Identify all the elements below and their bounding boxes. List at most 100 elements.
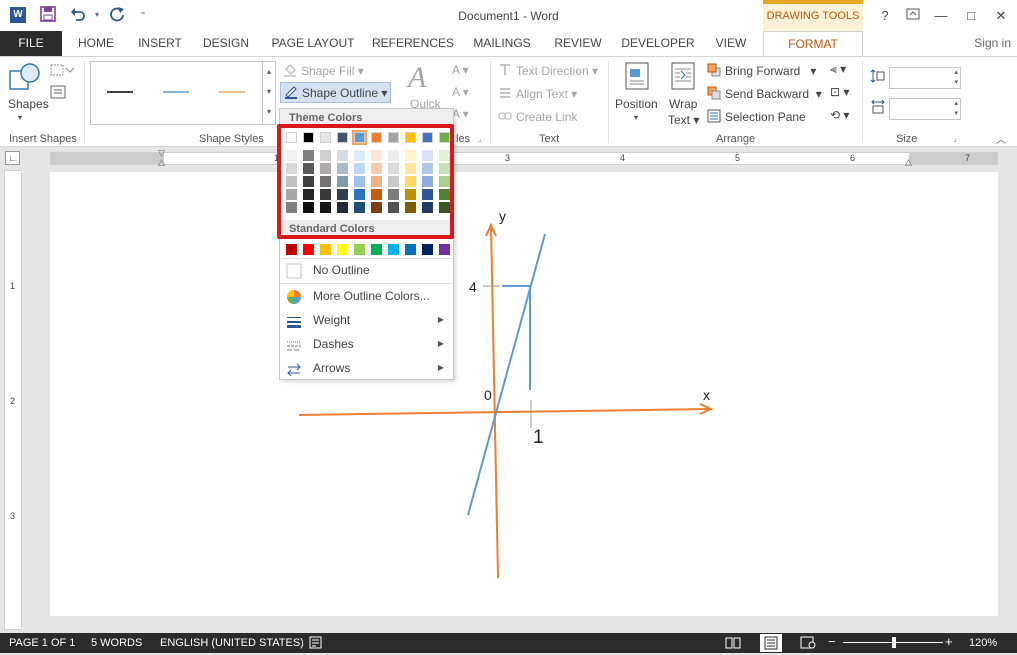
shapes-label: Shapes bbox=[8, 97, 49, 111]
rotate-objects-icon[interactable]: ⟲ ▾ bbox=[830, 108, 849, 122]
standard-color-swatch[interactable] bbox=[337, 244, 348, 255]
close-button[interactable]: ✕ bbox=[986, 4, 1016, 28]
text-fill-icon[interactable]: A ▾ bbox=[452, 63, 469, 77]
tab-developer[interactable]: DEVELOPER bbox=[618, 31, 698, 56]
standard-color-swatch[interactable] bbox=[439, 244, 450, 255]
height-spinner-icon[interactable]: ▴ ▾ bbox=[954, 68, 958, 88]
horizontal-ruler: ∟ 1 2 3 4 5 6 7 ▽ △ △ bbox=[0, 148, 1017, 168]
standard-color-swatch[interactable] bbox=[286, 244, 297, 255]
shape-styles-gallery[interactable]: ▴ ▾ ▾ bbox=[90, 61, 276, 125]
create-link-button[interactable]: Create Link bbox=[498, 109, 577, 124]
x-axis-line[interactable] bbox=[298, 408, 711, 416]
standard-color-swatch[interactable] bbox=[320, 244, 331, 255]
help-button[interactable]: ? bbox=[870, 4, 900, 28]
zoom-in-button[interactable]: + bbox=[945, 634, 953, 649]
title-bar: W ▾ ⁼ Document1 - Word DRAWING TOOLS ? —… bbox=[0, 0, 1017, 31]
selection-pane-button[interactable]: Selection Pane bbox=[707, 109, 806, 124]
blank-square-icon bbox=[286, 263, 302, 279]
minimize-button[interactable]: — bbox=[926, 4, 956, 28]
tab-design[interactable]: DESIGN bbox=[196, 31, 256, 56]
standard-color-swatch[interactable] bbox=[388, 244, 399, 255]
shape-outline-button[interactable]: Shape Outline ▾ bbox=[280, 82, 392, 103]
send-backward-button[interactable]: Send Backward ▾ bbox=[707, 86, 822, 101]
wrap-text-label-2[interactable]: Text ▾ bbox=[668, 113, 699, 127]
tab-references[interactable]: REFERENCES bbox=[370, 31, 456, 56]
standard-color-swatch[interactable] bbox=[303, 244, 314, 255]
edit-shape-icon[interactable] bbox=[50, 63, 75, 80]
arrange-group-label: Arrange bbox=[716, 133, 756, 145]
weight-label: Weight bbox=[313, 313, 351, 327]
page-indicator[interactable]: PAGE 1 OF 1 bbox=[9, 637, 75, 649]
text-group-label: Text bbox=[539, 133, 560, 145]
height-input[interactable]: ▴ ▾ bbox=[889, 67, 961, 89]
ruler-right-margin bbox=[909, 153, 997, 164]
tab-page-layout[interactable]: PAGE LAYOUT bbox=[268, 31, 358, 56]
zoom-out-button[interactable]: − bbox=[828, 634, 836, 649]
standard-color-swatch[interactable] bbox=[422, 244, 433, 255]
text-box-icon[interactable] bbox=[50, 85, 66, 102]
language-indicator[interactable]: ENGLISH (UNITED STATES) bbox=[160, 637, 304, 649]
tab-home[interactable]: HOME bbox=[70, 31, 122, 56]
tab-selector-icon[interactable]: ∟ bbox=[5, 151, 20, 165]
align-objects-icon[interactable]: ⫷ ▾ bbox=[830, 62, 846, 77]
word-count[interactable]: 5 WORDS bbox=[91, 637, 142, 649]
wrap-text-label-2-text: Text bbox=[668, 113, 691, 127]
read-mode-icon[interactable] bbox=[725, 636, 741, 652]
y-axis-line[interactable] bbox=[490, 225, 499, 579]
gallery-scroll-icon[interactable]: ▴ ▾ ▾ bbox=[262, 62, 275, 124]
wrap-text-label-1[interactable]: Wrap bbox=[669, 97, 697, 111]
y-axis-label: y bbox=[499, 208, 506, 224]
tab-view[interactable]: VIEW bbox=[708, 31, 754, 56]
arrows-label: Arrows bbox=[313, 361, 351, 375]
tab-file[interactable]: FILE bbox=[0, 31, 62, 56]
hanging-indent-marker[interactable]: △ bbox=[158, 157, 165, 168]
bring-forward-button[interactable]: Bring Forward ▾ bbox=[707, 63, 816, 78]
ribbon-display-options-icon[interactable] bbox=[898, 4, 928, 28]
text-effects-icon[interactable]: A ▾ bbox=[452, 107, 469, 121]
standard-color-swatch[interactable] bbox=[354, 244, 365, 255]
restore-button[interactable]: □ bbox=[956, 4, 986, 28]
shapes-dropdown-icon[interactable]: ▾ bbox=[18, 113, 22, 122]
size-dialog-launcher-icon[interactable]: ⌟ bbox=[953, 134, 957, 143]
print-layout-icon[interactable] bbox=[760, 634, 782, 652]
arrows-item[interactable]: Arrows ▶ bbox=[280, 356, 453, 380]
quick-styles-icon[interactable]: A bbox=[408, 61, 426, 95]
tab-review[interactable]: REVIEW bbox=[548, 31, 608, 56]
no-outline-label: No Outline bbox=[313, 263, 370, 277]
position-dropdown-icon[interactable]: ▾ bbox=[634, 113, 638, 122]
tab-mailings[interactable]: MAILINGS bbox=[468, 31, 536, 56]
macro-recording-icon[interactable] bbox=[309, 636, 322, 652]
linear-function-line[interactable] bbox=[467, 233, 546, 516]
standard-color-swatch[interactable] bbox=[405, 244, 416, 255]
text-outline-icon[interactable]: A ▾ bbox=[452, 85, 469, 99]
dialog-launcher-icon[interactable]: ⌟ bbox=[478, 134, 482, 143]
sign-in-link[interactable]: Sign in bbox=[974, 31, 1011, 56]
zoom-level[interactable]: 120% bbox=[969, 637, 997, 649]
web-layout-icon[interactable] bbox=[800, 636, 816, 652]
position-icon[interactable] bbox=[624, 61, 650, 94]
shape-style-presets[interactable] bbox=[91, 62, 261, 124]
right-indent-marker[interactable]: △ bbox=[905, 157, 912, 168]
shape-styles-group-label: Shape Styles bbox=[199, 133, 264, 145]
width-input[interactable]: ▴ ▾ bbox=[889, 98, 961, 120]
shape-fill-button[interactable]: Shape Fill ▾ bbox=[283, 63, 364, 78]
bring-forward-icon bbox=[707, 63, 721, 77]
text-direction-button[interactable]: Text Direction ▾ bbox=[498, 63, 598, 78]
wrap-text-icon[interactable] bbox=[670, 61, 696, 94]
tab-format[interactable]: FORMAT bbox=[763, 31, 863, 57]
weight-item[interactable]: Weight ▶ bbox=[280, 308, 453, 332]
standard-color-swatch[interactable] bbox=[371, 244, 382, 255]
dashes-item[interactable]: Dashes ▶ bbox=[280, 332, 453, 356]
more-outline-colors-item[interactable]: More Outline Colors... bbox=[280, 284, 453, 308]
group-objects-icon[interactable]: ⊡ ▾ bbox=[830, 85, 849, 99]
zoom-slider-thumb[interactable] bbox=[892, 637, 896, 648]
vertical-ruler[interactable]: 1 2 3 bbox=[4, 170, 22, 630]
shapes-button[interactable] bbox=[8, 61, 42, 98]
width-spinner-icon[interactable]: ▴ ▾ bbox=[954, 99, 958, 119]
collapse-ribbon-icon[interactable]: ︿ bbox=[996, 131, 1006, 146]
position-label[interactable]: Position bbox=[615, 97, 658, 111]
align-text-button[interactable]: Align Text ▾ bbox=[498, 86, 577, 101]
tab-insert[interactable]: INSERT bbox=[130, 31, 190, 56]
ruler-bar[interactable] bbox=[50, 152, 998, 165]
no-outline-item[interactable]: No Outline bbox=[280, 258, 453, 282]
